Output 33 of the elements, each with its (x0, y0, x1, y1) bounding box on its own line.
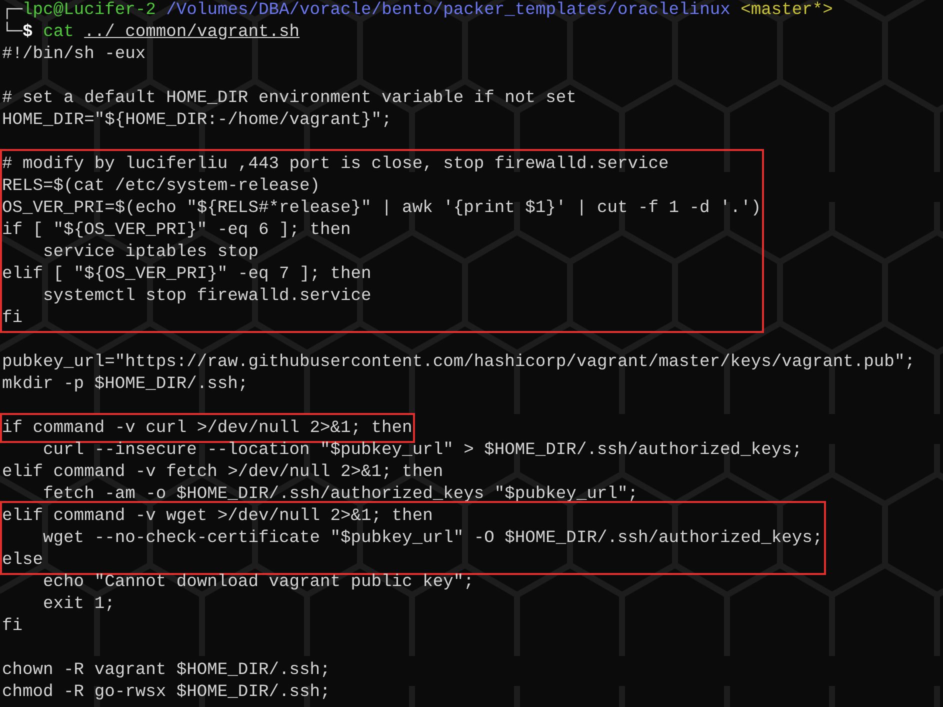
prompt-corner: ┌─ (2, 1, 23, 20)
code-line: HOME_DIR="${HOME_DIR:-/home/vagrant}"; (2, 110, 392, 132)
prompt-symbol: $ (22, 23, 33, 42)
code-line: OS_VER_PRI=$(echo "${RELS#*release}" | awk '{print $1}' | cut -f 1 -d '.') (2, 198, 762, 220)
code-line: elif [ "${OS_VER_PRI}" -eq 7 ]; then (2, 264, 372, 286)
code-line: pubkey_url="https://raw.githubusercontent.com/hashicorp/vagrant/master/keys/vagrant.pub"; (2, 352, 915, 374)
code-line: fetch -am -o $HOME_DIR/.ssh/authorized_keys "$pubkey_url"; (42, 484, 638, 506)
code-line: mkdir -p $HOME_DIR/.ssh; (2, 374, 248, 396)
code-line: # modify by luciferliu ,443 port is close, stop firewalld.service (2, 154, 669, 176)
command-argument: ../_common/vagrant.sh (84, 23, 300, 42)
code-line: fi (2, 616, 23, 638)
code-line: RELS=$(cat /etc/system-release) (2, 176, 320, 198)
prompt-corner: └─ (2, 23, 23, 42)
code-line: fi (2, 308, 23, 330)
code-line: echo "Cannot download vagrant public key"; (42, 572, 474, 594)
command-name: cat (43, 23, 74, 42)
code-line: #!/bin/sh -eux (2, 44, 146, 66)
prompt-user: lpc@Lucifer-2 (22, 1, 156, 20)
code-line: if [ "${OS_VER_PRI}" -eq 6 ]; then (2, 220, 351, 242)
prompt-branch: <master*> (740, 1, 833, 20)
code-line: chmod -R go-rwsx $HOME_DIR/.ssh; (2, 682, 330, 704)
code-line: else (2, 550, 44, 572)
code-line: elif command -v fetch >/dev/null 2>&1; then (2, 462, 444, 484)
code-line: if command -v curl >/dev/null 2>&1; then (2, 418, 412, 440)
code-line: service iptables stop (42, 242, 258, 264)
code-line: exit 1; (42, 594, 115, 616)
code-line: curl --insecure --location "$pubkey_url" > $HOME_DIR/.ssh/authorized_keys; (42, 440, 802, 462)
prompt-path: /Volumes/DBA/voracle/bento/packer_templates/oraclelinux (166, 1, 730, 20)
code-line: # set a default HOME_DIR environment variable if not set (2, 88, 576, 110)
code-line: wget --no-check-certificate "$pubkey_url" -O $HOME_DIR/.ssh/authorized_keys; (42, 528, 823, 550)
code-line: chown -R vagrant $HOME_DIR/.ssh; (2, 660, 330, 682)
code-line: elif command -v wget >/dev/null 2>&1; then (2, 506, 433, 528)
code-line: systemctl stop firewalld.service (42, 286, 372, 308)
